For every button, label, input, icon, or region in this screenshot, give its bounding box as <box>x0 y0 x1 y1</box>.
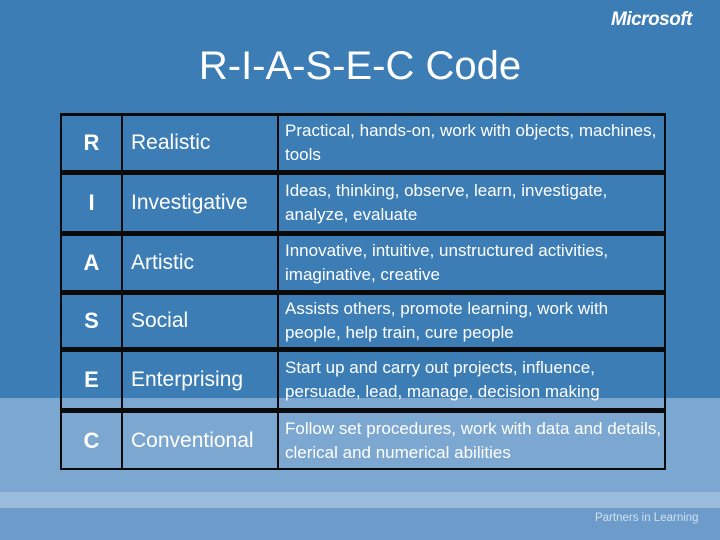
partners-in-learning-logo: Partners in Learning <box>595 512 699 524</box>
type-description: Practical, hands-on, work with objects, … <box>285 121 657 164</box>
type-name: Artistic <box>123 236 279 290</box>
code-letter: I <box>62 175 123 231</box>
table-row-social: S Social Assists others, promote learnin… <box>60 292 666 349</box>
table-row-realistic: R Realistic Practical, hands-on, work wi… <box>60 113 666 172</box>
table-row-conventional: C Conventional Follow set procedures, wo… <box>60 410 666 470</box>
table-row-artistic: A Artistic Innovative, intuitive, unstru… <box>60 233 666 292</box>
background-strip <box>0 492 720 508</box>
table-row-investigative: I Investigative Ideas, thinking, observe… <box>60 172 666 233</box>
type-description: Assists others, promote learning, work w… <box>285 299 609 342</box>
microsoft-logo: Microsoft <box>611 9 693 30</box>
table-row-enterprising: E Enterprising Start up and carry out pr… <box>60 349 666 410</box>
slide-title: R-I-A-S-E-C Code <box>198 44 522 88</box>
type-name: Realistic <box>123 116 279 170</box>
type-description: Innovative, intuitive, unstructured acti… <box>285 241 609 284</box>
code-letter: S <box>62 295 123 347</box>
type-name: Conventional <box>123 413 279 468</box>
type-name: Social <box>123 295 279 347</box>
code-letter: E <box>62 352 123 408</box>
code-letter: R <box>62 116 123 170</box>
type-description: Follow set procedures, work with data an… <box>285 418 662 462</box>
type-name: Enterprising <box>123 352 279 408</box>
code-letter: C <box>62 413 123 468</box>
code-letter: A <box>62 236 123 290</box>
type-description: Ideas, thinking, observe, learn, investi… <box>285 181 608 224</box>
type-description: Start up and carry out projects, influen… <box>285 358 600 401</box>
type-name: Investigative <box>123 175 279 231</box>
